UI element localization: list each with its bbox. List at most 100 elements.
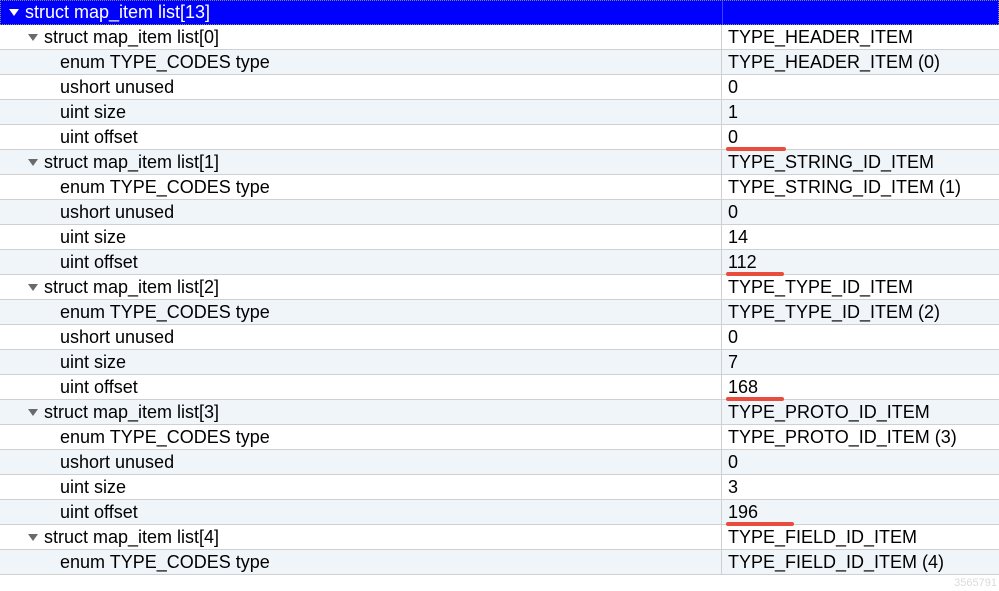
tree-row-label: uint offset	[60, 127, 138, 148]
struct-tree-table: struct map_item list[13] struct map_item…	[0, 0, 999, 575]
tree-row-value: 112	[728, 252, 757, 273]
tree-row[interactable]: struct map_item list[2] TYPE_TYPE_ID_ITEM	[0, 275, 999, 300]
tree-row-value-cell: TYPE_PROTO_ID_ITEM (3)	[722, 425, 999, 449]
tree-row[interactable]: enum TYPE_CODES type TYPE_HEADER_ITEM (0)	[0, 50, 999, 75]
expand-icon[interactable]	[9, 9, 19, 16]
tree-row[interactable]: ushort unused 0	[0, 200, 999, 225]
tree-row-label: enum TYPE_CODES type	[60, 302, 270, 323]
tree-row-value-cell: 0	[722, 200, 999, 224]
tree-row[interactable]: ushort unused0	[0, 450, 999, 475]
tree-row-value: 0	[728, 202, 738, 223]
tree-row[interactable]: struct map_item list[0] TYPE_HEADER_ITEM	[0, 25, 999, 50]
expand-icon[interactable]	[28, 534, 38, 541]
tree-row-label-cell: uint offset	[0, 250, 722, 274]
tree-row-value-cell: TYPE_FIELD_ID_ITEM	[722, 525, 999, 549]
tree-row-label-cell: uint offset	[0, 125, 722, 149]
tree-row-value: TYPE_FIELD_ID_ITEM (4)	[728, 552, 944, 573]
tree-row-label: ushort unused	[60, 202, 174, 223]
tree-row-value: TYPE_TYPE_ID_ITEM	[728, 277, 913, 298]
tree-row-value: 7	[728, 352, 738, 373]
tree-row-label-cell: ushort unused	[0, 75, 722, 99]
tree-row-label-cell: uint offset	[0, 500, 722, 524]
tree-row-value: TYPE_HEADER_ITEM	[728, 27, 913, 48]
tree-row-value-cell: 1	[722, 100, 999, 124]
tree-row-value-cell: TYPE_TYPE_ID_ITEM (2)	[722, 300, 999, 324]
tree-row-label-cell: struct map_item list[4]	[0, 525, 722, 549]
expand-icon[interactable]	[28, 284, 38, 291]
tree-row[interactable]: enum TYPE_CODES type TYPE_PROTO_ID_ITEM (…	[0, 425, 999, 450]
tree-row[interactable]: uint size 3	[0, 475, 999, 500]
tree-row[interactable]: enum TYPE_CODES type TYPE_FIELD_ID_ITEM (…	[0, 550, 999, 575]
tree-row[interactable]: struct map_item list[1] TYPE_STRING_ID_IT…	[0, 150, 999, 175]
tree-row-value-cell: 0	[722, 325, 999, 349]
tree-row-value: 3	[728, 477, 738, 498]
tree-header-label-cell: struct map_item list[13]	[1, 1, 723, 24]
tree-row-label: enum TYPE_CODES type	[60, 177, 270, 198]
tree-row-label: uint size	[60, 352, 126, 373]
tree-row-label-cell: uint size	[0, 350, 722, 374]
tree-row[interactable]: struct map_item list[3] TYPE_PROTO_ID_ITE…	[0, 400, 999, 425]
tree-row-label-cell: struct map_item list[0]	[0, 25, 722, 49]
tree-row-label-cell: uint size	[0, 100, 722, 124]
tree-row-label: uint size	[60, 477, 126, 498]
tree-row-value: TYPE_STRING_ID_ITEM	[728, 152, 934, 173]
tree-row-value-cell: 0	[722, 75, 999, 99]
highlight-underline	[726, 397, 784, 401]
tree-row[interactable]: ushort unused 0	[0, 75, 999, 100]
tree-row-label-cell: struct map_item list[1]	[0, 150, 722, 174]
highlight-underline	[726, 522, 794, 526]
tree-row-value-cell: 196	[722, 500, 999, 524]
tree-row-label-cell: struct map_item list[3]	[0, 400, 722, 424]
tree-row-value-cell: 112	[722, 250, 999, 274]
tree-row[interactable]: uint offset 0	[0, 125, 999, 150]
tree-row[interactable]: uint size 1	[0, 100, 999, 125]
tree-header-label: struct map_item list[13]	[25, 2, 210, 23]
expand-icon[interactable]	[28, 159, 38, 166]
tree-row-value: 196	[728, 502, 758, 523]
tree-row[interactable]: uint size 7	[0, 350, 999, 375]
tree-row-value-cell: 14	[722, 225, 999, 249]
tree-header-row[interactable]: struct map_item list[13]	[0, 0, 999, 25]
tree-row-value: 0	[728, 127, 738, 148]
tree-row[interactable]: uint offset 196	[0, 500, 999, 525]
tree-row-value-cell: 7	[722, 350, 999, 374]
tree-row-label-cell: enum TYPE_CODES type	[0, 50, 722, 74]
tree-row-value-cell: TYPE_STRING_ID_ITEM	[722, 150, 999, 174]
tree-row-label-cell: struct map_item list[2]	[0, 275, 722, 299]
tree-row-value: 1	[728, 102, 738, 123]
tree-row-value-cell: TYPE_HEADER_ITEM	[722, 25, 999, 49]
tree-row-value-cell: 3	[722, 475, 999, 499]
tree-row-label: struct map_item list[1]	[44, 152, 219, 173]
tree-row-label-cell: uint offset	[0, 375, 722, 399]
tree-row-label: ushort unused	[60, 77, 174, 98]
tree-row-value: TYPE_PROTO_ID_ITEM (3)	[728, 427, 957, 448]
tree-row-value-cell: 168	[722, 375, 999, 399]
tree-row[interactable]: uint size 14	[0, 225, 999, 250]
tree-row[interactable]: uint offset 168	[0, 375, 999, 400]
tree-row-label: uint offset	[60, 502, 138, 523]
tree-row-label: enum TYPE_CODES type	[60, 427, 270, 448]
highlight-underline	[726, 147, 786, 151]
tree-header-value-cell	[723, 1, 998, 24]
expand-icon[interactable]	[28, 34, 38, 41]
tree-row-value: TYPE_FIELD_ID_ITEM	[728, 527, 917, 548]
tree-row-label-cell: uint size	[0, 475, 722, 499]
expand-icon[interactable]	[28, 409, 38, 416]
tree-row-value: TYPE_HEADER_ITEM (0)	[728, 52, 940, 73]
tree-row-value: 0	[728, 327, 738, 348]
tree-row[interactable]: ushort unused0	[0, 325, 999, 350]
tree-row[interactable]: struct map_item list[4] TYPE_FIELD_ID_ITE…	[0, 525, 999, 550]
tree-row-label: uint offset	[60, 377, 138, 398]
tree-row-value: TYPE_TYPE_ID_ITEM (2)	[728, 302, 940, 323]
tree-row[interactable]: enum TYPE_CODES type TYPE_TYPE_ID_ITEM (2…	[0, 300, 999, 325]
highlight-underline	[726, 272, 784, 276]
tree-row[interactable]: enum TYPE_CODES typeTYPE_STRING_ID_ITEM …	[0, 175, 999, 200]
tree-row-label: struct map_item list[4]	[44, 527, 219, 548]
tree-row[interactable]: uint offset 112	[0, 250, 999, 275]
tree-row-label: uint size	[60, 227, 126, 248]
tree-row-value: 168	[728, 377, 758, 398]
tree-row-label: uint size	[60, 102, 126, 123]
tree-row-label-cell: enum TYPE_CODES type	[0, 175, 722, 199]
tree-row-label-cell: enum TYPE_CODES type	[0, 550, 722, 574]
tree-row-value: TYPE_PROTO_ID_ITEM	[728, 402, 930, 423]
